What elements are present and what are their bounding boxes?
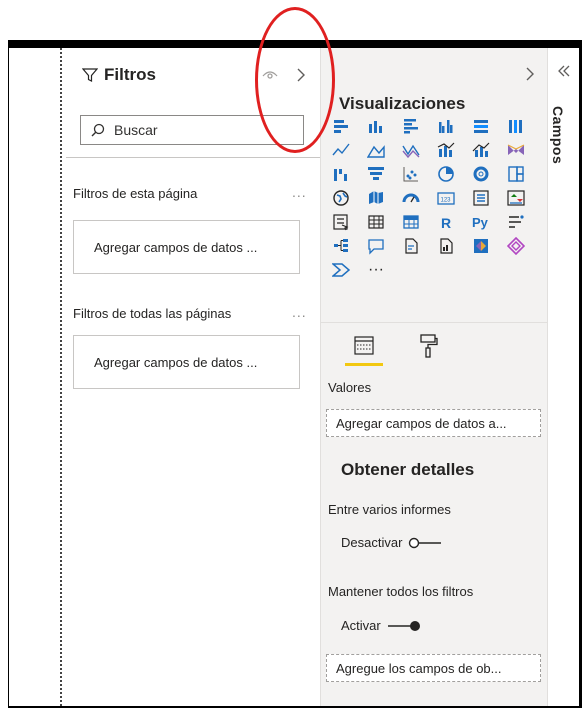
stacked-column-icon[interactable] — [365, 116, 387, 136]
key-influencers-icon[interactable] — [505, 212, 527, 232]
svg-text:R: R — [441, 215, 451, 231]
multi-row-card-icon[interactable] — [470, 188, 492, 208]
more-visuals-icon[interactable]: ··· — [365, 260, 387, 280]
100-stacked-bar-icon[interactable] — [470, 116, 492, 136]
visualization-tabs — [345, 330, 447, 366]
red-circle-annotation — [255, 7, 335, 153]
power-automate-icon[interactable] — [505, 236, 527, 256]
canvas-dotted-border — [60, 48, 62, 706]
filled-map-icon[interactable] — [365, 188, 387, 208]
page-filters-more-icon[interactable]: ... — [292, 184, 307, 200]
donut-chart-icon[interactable] — [470, 164, 492, 184]
visualizations-divider — [321, 322, 547, 323]
values-label: Valores — [328, 380, 372, 395]
filter-icon — [82, 68, 98, 82]
matrix-icon[interactable] — [400, 212, 422, 232]
scatter-chart-icon[interactable] — [400, 164, 422, 184]
r-visual-icon[interactable]: R — [435, 212, 457, 232]
toggle-on-icon — [387, 620, 420, 631]
page-filters-label: Filtros de esta página — [73, 186, 198, 201]
treemap-icon[interactable] — [505, 164, 527, 184]
svg-text:123: 123 — [441, 198, 452, 204]
line-clustered-column-icon[interactable] — [435, 140, 457, 160]
tab-format[interactable] — [409, 330, 447, 362]
keep-filters-toggle[interactable]: Activar — [341, 618, 421, 633]
svg-text:Py: Py — [472, 215, 489, 230]
visual-gallery: 123 R Py ··· — [330, 116, 540, 284]
paginated-report-icon[interactable] — [435, 236, 457, 256]
card-icon[interactable]: 123 — [435, 188, 457, 208]
power-automate-flow-icon[interactable] — [330, 260, 352, 280]
toggle-off-icon — [409, 537, 442, 548]
slicer-icon[interactable] — [330, 212, 352, 232]
keep-filters-label: Mantener todos los filtros — [328, 584, 474, 599]
search-icon — [91, 123, 105, 137]
pie-chart-icon[interactable] — [435, 164, 457, 184]
filters-divider — [66, 157, 320, 158]
drillthrough-heading: Obtener detalles — [341, 460, 475, 479]
all-pages-filters-dropzone[interactable]: Agregar campos de datos ... — [73, 335, 300, 389]
100-stacked-column-icon[interactable] — [505, 116, 527, 136]
all-pages-filters-label: Filtros de todas las páginas — [73, 306, 232, 321]
report-canvas-edge — [9, 48, 65, 706]
expand-fields-chevron-icon[interactable] — [557, 65, 571, 77]
active-tab-indicator — [345, 363, 383, 366]
kpi-icon[interactable] — [505, 188, 527, 208]
area-chart-icon[interactable] — [365, 140, 387, 160]
decomposition-tree-icon[interactable] — [330, 236, 352, 256]
cross-report-toggle[interactable]: Desactivar — [341, 535, 442, 550]
values-dropzone[interactable]: Agregar campos de datos a... — [326, 409, 541, 437]
drillthrough-dropzone[interactable]: Agregue los campos de ob... — [326, 654, 541, 682]
stacked-bar-icon[interactable] — [330, 116, 352, 136]
paint-roller-icon — [420, 334, 438, 358]
cross-report-label: Entre varios informes — [328, 502, 451, 517]
python-visual-icon[interactable]: Py — [470, 212, 492, 232]
page-filters-dropzone[interactable]: Agregar campos de datos ... — [73, 220, 300, 274]
filters-title: Filtros — [82, 65, 156, 85]
tab-fields[interactable] — [345, 330, 383, 366]
gauge-icon[interactable] — [400, 188, 422, 208]
all-pages-filters-more-icon[interactable]: ... — [292, 304, 307, 320]
stacked-area-icon[interactable] — [400, 140, 422, 160]
line-stacked-column-icon[interactable] — [470, 140, 492, 160]
waterfall-icon[interactable] — [330, 164, 352, 184]
clustered-column-icon[interactable] — [435, 116, 457, 136]
smart-narrative-icon[interactable] — [400, 236, 422, 256]
qa-icon[interactable] — [365, 236, 387, 256]
fields-pane-title: Campos — [550, 106, 566, 165]
funnel-icon[interactable] — [365, 164, 387, 184]
visualizations-pane: Visualizaciones 123 R Py ··· Valores Agr… — [321, 48, 548, 706]
line-chart-icon[interactable] — [330, 140, 352, 160]
map-icon[interactable] — [330, 188, 352, 208]
visualizations-title: Visualizaciones — [339, 94, 466, 113]
clustered-bar-icon[interactable] — [400, 116, 422, 136]
collapse-visualizations-chevron-icon[interactable] — [525, 67, 535, 81]
table-icon[interactable] — [365, 212, 387, 232]
fields-well-icon — [354, 336, 374, 355]
ribbon-chart-icon[interactable] — [505, 140, 527, 160]
power-apps-icon[interactable] — [470, 236, 492, 256]
